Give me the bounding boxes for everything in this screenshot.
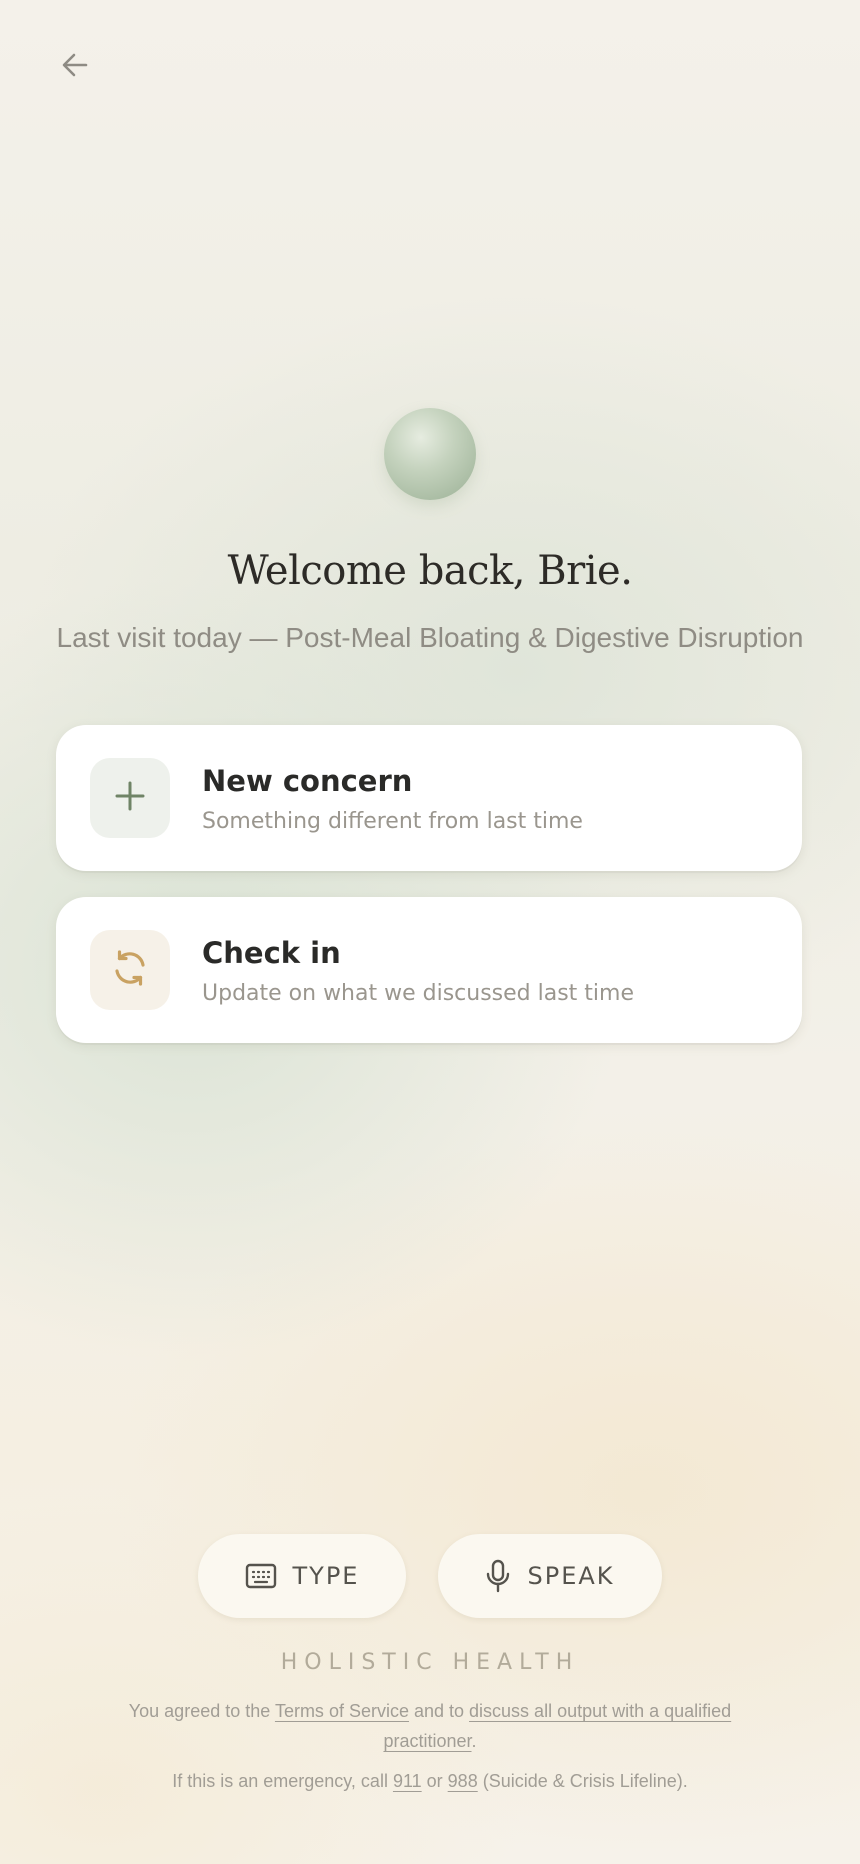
legal-suffix: . xyxy=(471,1731,477,1751)
check-in-title: Check in xyxy=(202,936,341,970)
microphone-icon xyxy=(485,1559,511,1593)
emergency-prefix: If this is an emergency, call xyxy=(172,1771,393,1791)
arrow-left-icon xyxy=(59,49,91,85)
speak-label: SPEAK xyxy=(527,1562,615,1590)
check-in-icon-box xyxy=(90,930,170,1010)
legal-prefix: You agreed to the xyxy=(128,1701,275,1721)
back-button[interactable] xyxy=(52,44,98,90)
call-988-link[interactable]: 988 xyxy=(448,1771,478,1791)
refresh-icon xyxy=(110,948,150,992)
last-visit-text: Last visit today — Post-Meal Bloating & … xyxy=(56,622,804,653)
terms-of-service-link[interactable]: Terms of Service xyxy=(275,1701,409,1721)
assistant-orb xyxy=(384,408,476,500)
new-concern-title: New concern xyxy=(202,764,413,798)
new-concern-card[interactable]: New concern Something different from las… xyxy=(56,725,802,871)
brand-wordmark: HOLISTIC HEALTH xyxy=(280,1650,580,1675)
keyboard-icon xyxy=(245,1563,277,1589)
type-label: TYPE xyxy=(292,1562,360,1590)
legal-middle: and to xyxy=(408,1701,470,1721)
call-911-link[interactable]: 911 xyxy=(393,1771,422,1791)
emergency-suffix: (Suicide & Crisis Lifeline). xyxy=(477,1771,688,1791)
legal-notice: You agreed to the Terms of Service and t… xyxy=(110,1696,750,1756)
check-in-subtitle: Update on what we discussed last time xyxy=(202,981,634,1006)
emergency-or: or xyxy=(421,1771,448,1791)
type-button[interactable]: TYPE xyxy=(198,1534,406,1618)
check-in-card[interactable]: Check in Update on what we discussed las… xyxy=(56,897,802,1043)
emergency-notice: If this is an emergency, call 911 or 988… xyxy=(0,1766,860,1796)
welcome-title: Welcome back, Brie. xyxy=(227,548,633,594)
new-concern-icon-box xyxy=(90,758,170,838)
new-concern-subtitle: Something different from last time xyxy=(202,809,583,834)
plus-icon xyxy=(112,778,148,818)
speak-button[interactable]: SPEAK xyxy=(438,1534,662,1618)
